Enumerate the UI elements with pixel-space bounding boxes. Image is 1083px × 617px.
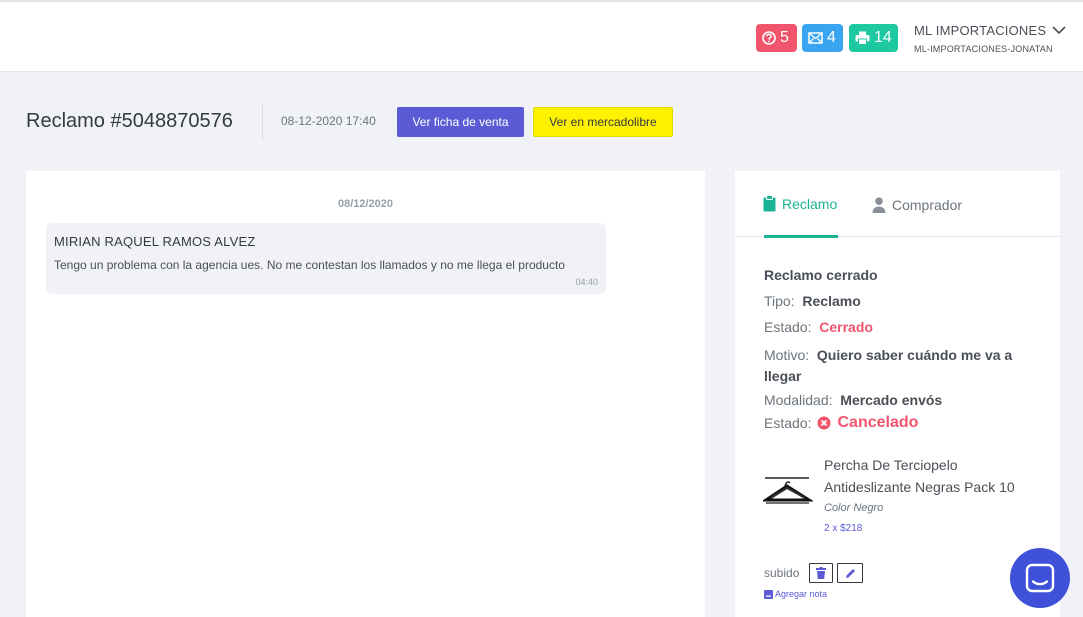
x-circle-icon: [817, 416, 831, 430]
page-title: Reclamo #5048870576: [26, 110, 233, 132]
message-text: Tengo un problema con la agencia ues. No…: [54, 258, 565, 272]
tab-comprador[interactable]: Comprador: [872, 197, 962, 213]
questions-badge[interactable]: 5: [756, 24, 797, 52]
messages-badge[interactable]: 4: [802, 24, 843, 52]
chat-date: 08/12/2020: [337, 198, 394, 210]
claim-type-row: Tipo: Reclamo: [764, 293, 861, 309]
shipping-status-row: Estado: Cancelado: [764, 414, 918, 432]
delete-button[interactable]: [809, 563, 833, 583]
print-badge[interactable]: 14: [849, 24, 898, 52]
motivo-value: Quiero saber cuándo me va a: [816, 347, 1013, 363]
product-price: 2 x $218: [824, 523, 863, 534]
question-circle-icon: [762, 31, 776, 45]
tab-reclamo[interactable]: Reclamo: [763, 195, 837, 212]
add-note-link[interactable]: Agregar nota: [764, 589, 827, 599]
motivo-label: Motivo:: [764, 347, 810, 363]
details-tabs: Reclamo Comprador: [735, 171, 1060, 238]
clipboard-icon: [763, 195, 776, 212]
product-variant: Color Negro: [824, 502, 884, 514]
print-count: 14: [874, 29, 892, 46]
product-image[interactable]: [763, 470, 813, 510]
print-icon: [855, 31, 870, 45]
claim-details-panel: Reclamo Comprador Reclamo cerrado Tipo: …: [735, 171, 1060, 617]
claim-datetime: 08-12-2020 17:40: [281, 114, 376, 128]
tab-reclamo-label: Reclamo: [782, 195, 838, 212]
view-sale-button[interactable]: Ver ficha de venta: [397, 107, 524, 137]
estado-label: Estado:: [764, 319, 812, 335]
shipping-mode-row: Modalidad: Mercado envós: [764, 392, 942, 408]
user-account: ML-IMPORTACIONES-JONATAN: [914, 44, 1053, 54]
estado2-value: Cancelado: [837, 414, 919, 431]
motivo-value-cont: llegar: [764, 368, 802, 384]
chat-message: MIRIAN RAQUEL RAMOS ALVEZ Tengo un probl…: [46, 223, 606, 294]
note-icon: [764, 589, 773, 599]
modalidad-value: Mercado envós: [840, 392, 943, 408]
claim-status-title: Reclamo cerrado: [764, 267, 878, 283]
claim-status-row: Estado: Cerrado: [764, 319, 873, 335]
tipo-value: Reclamo: [802, 293, 861, 309]
support-chat-button[interactable]: [1010, 548, 1070, 608]
user-name: ML IMPORTACIONES: [914, 23, 1047, 38]
envelope-icon: [808, 32, 823, 44]
user-icon: [872, 197, 886, 213]
claim-reason-row: Motivo: Quiero saber cuándo me va a lleg…: [764, 345, 1034, 387]
trash-icon: [816, 567, 826, 579]
chat-panel: 08/12/2020 MIRIAN RAQUEL RAMOS ALVEZ Ten…: [26, 171, 705, 617]
tab-comprador-label: Comprador: [892, 197, 963, 213]
estado-value: Cerrado: [819, 319, 873, 335]
tipo-label: Tipo:: [764, 293, 795, 309]
modalidad-label: Modalidad:: [764, 392, 833, 408]
product-name[interactable]: Percha De Terciopelo Antideslizante Negr…: [824, 454, 1044, 498]
top-bar: 5 4 14 ML IMPORTACIONES ML-IMPORTACIONES…: [0, 0, 1083, 72]
add-note-label: Agregar nota: [775, 589, 828, 599]
messages-count: 4: [827, 29, 836, 46]
user-menu[interactable]: ML IMPORTACIONES ML-IMPORTACIONES-JONATA…: [914, 23, 1066, 54]
message-time: 04:40: [575, 277, 598, 287]
pencil-icon: [845, 568, 855, 578]
questions-count: 5: [780, 29, 789, 46]
active-tab-indicator: [764, 235, 838, 238]
message-author: MIRIAN RAQUEL RAMOS ALVEZ: [54, 234, 256, 249]
edit-button[interactable]: [837, 563, 863, 583]
upload-status-label: subido: [764, 566, 800, 580]
chat-icon: [1025, 563, 1055, 593]
chevron-down-icon[interactable]: [1052, 26, 1066, 35]
view-mercadolibre-button[interactable]: Ver en mercadolibre: [533, 107, 673, 137]
title-divider: [262, 103, 263, 141]
estado2-label: Estado:: [764, 415, 812, 431]
